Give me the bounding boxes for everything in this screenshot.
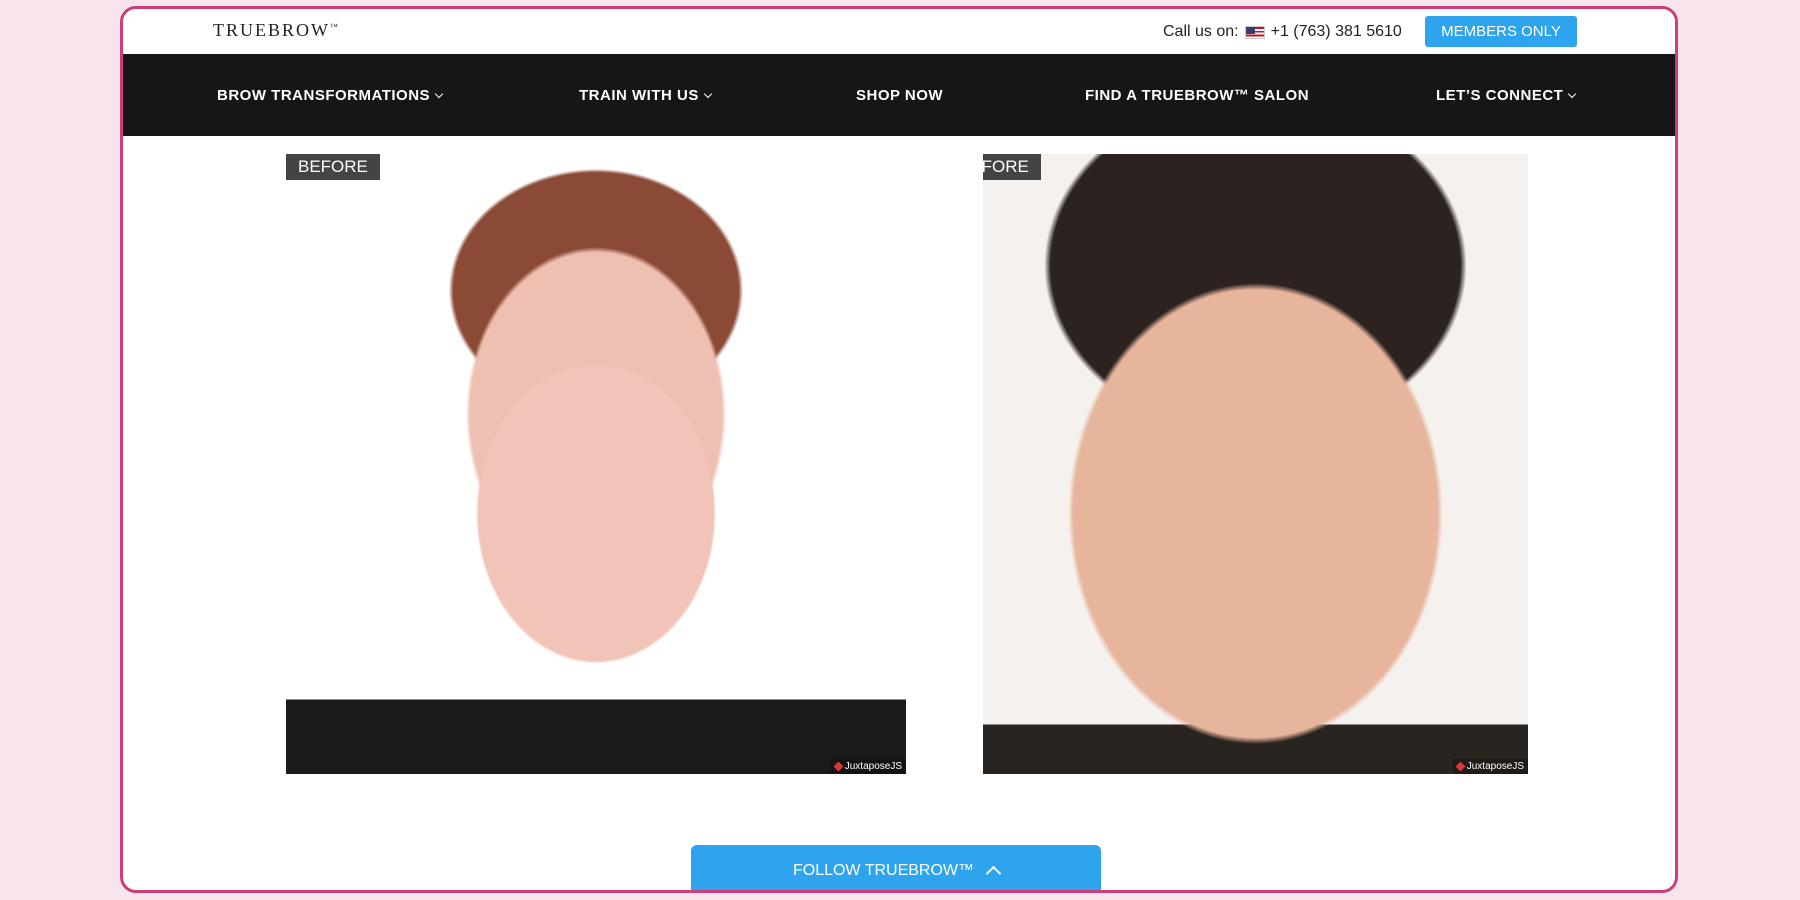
nav-shop-now[interactable]: SHOP NOW bbox=[856, 54, 943, 136]
nav-label: LET’S CONNECT bbox=[1436, 86, 1564, 104]
before-label: BEFORE bbox=[286, 154, 380, 180]
chevron-up-icon bbox=[985, 865, 1002, 882]
juxtapose-watermark[interactable]: JuxtaposeJS bbox=[1452, 759, 1528, 774]
before-after-slider-1[interactable]: BEFORE JuxtaposeJS bbox=[286, 154, 906, 774]
chevron-down-icon bbox=[434, 89, 444, 98]
chevron-down-icon bbox=[1568, 89, 1577, 98]
juxtapose-logo-icon bbox=[1455, 761, 1466, 772]
follow-truebrow-bar[interactable]: FOLLOW TRUEBROW™ bbox=[691, 845, 1101, 890]
nav-label: FIND A TRUEBROW™ SALON bbox=[1085, 86, 1310, 104]
logo-tm: ™ bbox=[330, 22, 338, 31]
nav-label: SHOP NOW bbox=[856, 86, 944, 104]
follow-label: FOLLOW TRUEBROW™ bbox=[792, 861, 975, 879]
face-photo bbox=[983, 154, 1528, 774]
main-nav: BROW TRANSFORMATIONS TRAIN WITH US SHOP … bbox=[123, 54, 1675, 136]
chevron-down-icon bbox=[703, 89, 713, 98]
watermark-text: JuxtaposeJS bbox=[844, 761, 902, 772]
us-flag-icon bbox=[1244, 25, 1265, 39]
watermark-text: JuxtaposeJS bbox=[1466, 761, 1524, 772]
browser-frame: TRUEBROW™ Call us on: +1 (763) 381 5610 … bbox=[120, 6, 1678, 893]
juxtapose-watermark[interactable]: JuxtaposeJS bbox=[830, 759, 906, 774]
logo-text: TRUEBROW bbox=[213, 20, 330, 40]
call-us: Call us on: +1 (763) 381 5610 bbox=[1163, 23, 1402, 41]
top-bar: TRUEBROW™ Call us on: +1 (763) 381 5610 … bbox=[123, 9, 1675, 54]
members-only-button[interactable]: MEMBERS ONLY bbox=[1425, 16, 1577, 47]
truebrow-logo[interactable]: TRUEBROW™ bbox=[213, 20, 338, 41]
juxtapose-logo-icon bbox=[833, 761, 844, 772]
phone-number[interactable]: +1 (763) 381 5610 bbox=[1271, 23, 1402, 41]
before-label: BEFORE bbox=[983, 154, 1041, 180]
nav-train-with-us[interactable]: TRAIN WITH US bbox=[579, 54, 713, 136]
nav-brow-transformations[interactable]: BROW TRANSFORMATIONS bbox=[217, 54, 444, 136]
nav-find-salon[interactable]: FIND A TRUEBROW™ SALON bbox=[1085, 54, 1309, 136]
call-label: Call us on: bbox=[1163, 23, 1239, 40]
nav-lets-connect[interactable]: LET’S CONNECT bbox=[1436, 54, 1577, 136]
nav-label: TRAIN WITH US bbox=[579, 86, 699, 104]
before-after-slider-2[interactable]: BEFORE JuxtaposeJS bbox=[983, 154, 1528, 774]
nav-label: BROW TRANSFORMATIONS bbox=[217, 86, 431, 104]
